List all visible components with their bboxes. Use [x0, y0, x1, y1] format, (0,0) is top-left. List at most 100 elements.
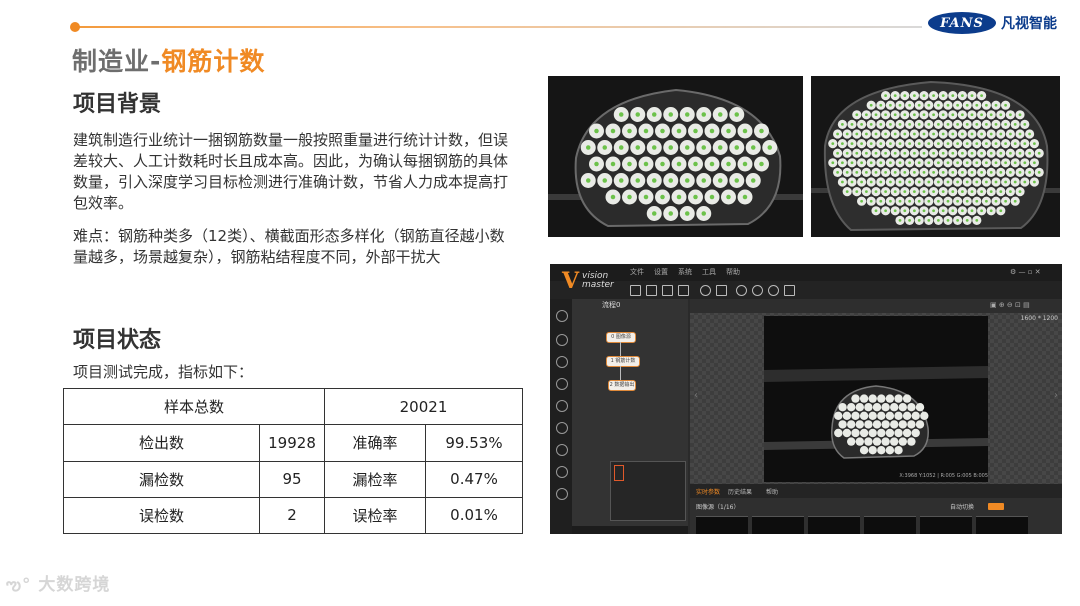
- detection-marker: [893, 94, 897, 97]
- detection-marker: [893, 171, 897, 174]
- watermark: ఌ° 大数跨境: [6, 570, 110, 599]
- detection-marker: [879, 199, 883, 203]
- rebar-end: [864, 403, 873, 412]
- detection-marker: [889, 180, 892, 184]
- run-loop-icon[interactable]: [752, 285, 763, 296]
- flow-minimap[interactable]: [610, 461, 686, 521]
- tool-icon[interactable]: [556, 400, 568, 412]
- tool-icon[interactable]: [556, 356, 568, 368]
- detection-marker: [917, 199, 921, 203]
- metrics-table: 样本总数 20021 检出数 19928 准确率 99.53% 漏检数 95 漏…: [63, 387, 523, 535]
- display-icon[interactable]: [716, 285, 727, 296]
- run-once-icon[interactable]: [736, 285, 747, 296]
- tool-icon[interactable]: [556, 444, 568, 456]
- detection-marker: [726, 194, 731, 200]
- detection-marker: [850, 180, 854, 184]
- tool-icon[interactable]: [556, 422, 568, 434]
- thumbnail[interactable]: [920, 516, 972, 534]
- export-icon[interactable]: [784, 285, 795, 296]
- detection-marker: [999, 132, 1003, 136]
- detection-marker: [831, 142, 835, 145]
- detection-marker: [1009, 113, 1012, 117]
- detection-marker: [994, 180, 998, 184]
- detection-marker: [874, 151, 878, 155]
- prev-image-icon[interactable]: ‹: [694, 390, 698, 401]
- zoom-controls-icon[interactable]: ▣ ⊕ ⊖ ⊡ ▤: [990, 301, 1030, 309]
- new-icon[interactable]: [630, 285, 641, 296]
- detection-marker: [831, 161, 835, 165]
- flow-node[interactable]: 2 数据输出: [608, 380, 636, 391]
- tool-icon[interactable]: [556, 378, 568, 390]
- detection-marker: [709, 128, 715, 134]
- detection-marker: [932, 209, 935, 213]
- tool-icon[interactable]: [556, 466, 568, 478]
- table-cell-rate-label: 误检率: [324, 496, 426, 535]
- menu-file[interactable]: 文件: [630, 267, 644, 277]
- detection-marker: [845, 171, 849, 174]
- detection-marker: [946, 219, 950, 222]
- detection-marker: [927, 142, 931, 145]
- detection-marker: [970, 171, 974, 174]
- menu-settings[interactable]: 设置: [654, 267, 668, 277]
- thumbnail[interactable]: [808, 516, 860, 534]
- detection-marker: [709, 194, 715, 200]
- tool-icon[interactable]: [556, 334, 568, 346]
- detection-marker: [879, 142, 883, 145]
- window-controls-icon[interactable]: ⚙ — ▫ ✕: [1010, 268, 1041, 276]
- detection-marker: [927, 123, 931, 126]
- detection-marker: [1009, 190, 1012, 193]
- menu-help[interactable]: 帮助: [726, 267, 740, 277]
- detection-marker: [970, 132, 974, 136]
- rebar-end: [890, 420, 899, 429]
- detection-marker: [975, 142, 979, 145]
- thumbnail[interactable]: [752, 516, 804, 534]
- tab-help[interactable]: 帮助: [766, 487, 778, 496]
- rebar-end: [894, 446, 903, 455]
- detection-marker: [922, 190, 926, 193]
- open-icon[interactable]: [646, 285, 657, 296]
- minimap-viewport[interactable]: [614, 465, 624, 481]
- detection-marker: [879, 180, 883, 184]
- vm-logo-icon: V: [562, 268, 580, 294]
- tool-icon[interactable]: [556, 488, 568, 500]
- detection-marker: [989, 151, 993, 155]
- menu-tools[interactable]: 工具: [702, 267, 716, 277]
- detection-marker: [999, 151, 1003, 155]
- flow-node[interactable]: 0 图像源: [606, 332, 636, 343]
- detection-marker: [956, 103, 959, 107]
- save-icon[interactable]: [662, 285, 673, 296]
- thumbnail[interactable]: [976, 516, 1028, 534]
- detection-marker: [1037, 171, 1041, 174]
- tab-realtime-params[interactable]: 实时参数: [696, 487, 720, 496]
- detection-marker: [845, 190, 849, 193]
- detection-marker: [685, 178, 690, 183]
- rebar-end: [877, 411, 886, 420]
- stop-icon[interactable]: [768, 285, 779, 296]
- detection-marker: [937, 161, 940, 165]
- menubar: [550, 264, 1062, 281]
- detection-marker: [874, 171, 878, 174]
- detection-marker: [734, 112, 739, 117]
- menu-system[interactable]: 系统: [678, 267, 692, 277]
- thumbnail[interactable]: [864, 516, 916, 534]
- settings-icon[interactable]: [700, 285, 711, 296]
- camera-icon[interactable]: [678, 285, 689, 296]
- detection-marker: [941, 151, 945, 155]
- tab-history-results[interactable]: 历史结果: [728, 487, 752, 496]
- next-image-icon[interactable]: ›: [1054, 390, 1058, 401]
- detection-marker: [941, 209, 945, 213]
- flow-node[interactable]: 1 钢筋计数: [606, 356, 640, 367]
- tool-icon[interactable]: [556, 310, 568, 322]
- rebar-end: [907, 403, 916, 412]
- pixel-coords: X:3968 Y:1052 | R:005 G:005 B:005: [899, 473, 988, 479]
- detection-marker: [676, 161, 682, 167]
- auto-switch-toggle[interactable]: [988, 503, 1004, 510]
- detection-marker: [889, 161, 892, 165]
- detection-marker: [961, 209, 964, 213]
- detection-marker: [879, 161, 883, 165]
- thumbnail[interactable]: [696, 516, 748, 534]
- detection-marker: [951, 132, 955, 136]
- flow-tab[interactable]: 流程0: [602, 300, 620, 310]
- rebar-end: [851, 394, 860, 403]
- detection-marker: [956, 180, 959, 184]
